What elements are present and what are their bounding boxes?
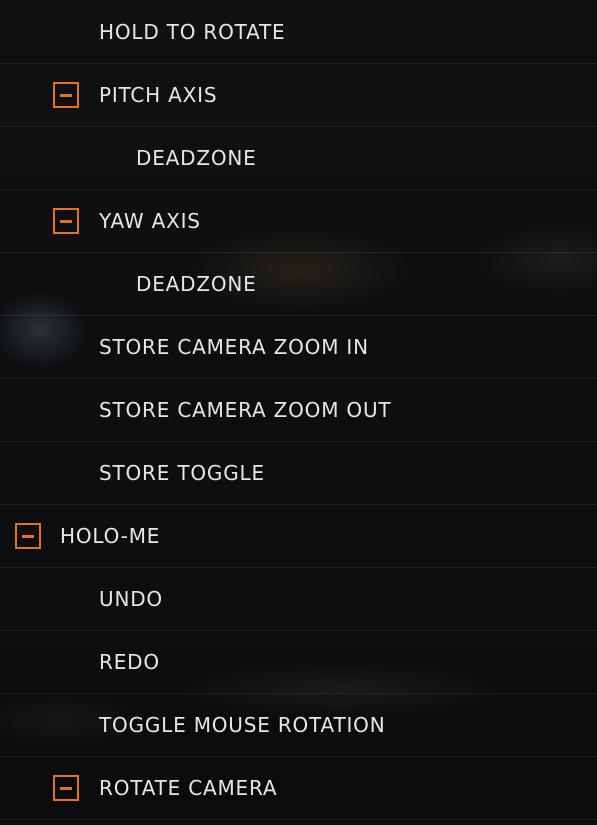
- list-item-store-camera-zoom-out[interactable]: STORE CAMERA ZOOM OUT: [0, 379, 597, 442]
- collapse-minus-icon[interactable]: [53, 775, 79, 801]
- list-item-rotate-camera[interactable]: ROTATE CAMERA: [0, 757, 597, 820]
- list-item-toggle-mouse-rotation[interactable]: TOGGLE MOUSE ROTATION: [0, 694, 597, 757]
- list-item-yaw-axis[interactable]: YAW AXIS: [0, 190, 597, 253]
- list-item-label: TOGGLE MOUSE ROTATION: [99, 713, 386, 737]
- list-item-label: HOLD TO ROTATE: [99, 20, 286, 44]
- collapse-minus-icon[interactable]: [15, 523, 41, 549]
- list-item-undo[interactable]: UNDO: [0, 568, 597, 631]
- list-item-holo-me[interactable]: HOLO-ME: [0, 505, 597, 568]
- collapse-minus-icon[interactable]: [53, 82, 79, 108]
- list-item-label: REDO: [99, 650, 160, 674]
- list-item-label: HOLO-ME: [60, 524, 161, 548]
- list-item-label: YAW AXIS: [99, 209, 201, 233]
- list-item-yaw-deadzone[interactable]: DEADZONE: [0, 253, 597, 316]
- list-item-label: STORE CAMERA ZOOM IN: [99, 335, 369, 359]
- list-item-label: DEADZONE: [136, 272, 257, 296]
- list-item-label: STORE TOGGLE: [99, 461, 265, 485]
- list-item-label: DEADZONE: [136, 146, 257, 170]
- list-item-store-toggle[interactable]: STORE TOGGLE: [0, 442, 597, 505]
- list-item-label: UNDO: [99, 587, 163, 611]
- collapse-minus-icon[interactable]: [53, 208, 79, 234]
- list-item-label: STORE CAMERA ZOOM OUT: [99, 398, 392, 422]
- list-item-pitch-axis[interactable]: PITCH AXIS: [0, 64, 597, 127]
- list-item-redo[interactable]: REDO: [0, 631, 597, 694]
- list-item-label: PITCH AXIS: [99, 83, 218, 107]
- list-item-store-camera-zoom-in[interactable]: STORE CAMERA ZOOM IN: [0, 316, 597, 379]
- list-item-pitch-deadzone[interactable]: DEADZONE: [0, 127, 597, 190]
- list-item-hold-to-rotate[interactable]: HOLD TO ROTATE: [0, 1, 597, 64]
- list-item-label: ROTATE CAMERA: [99, 776, 278, 800]
